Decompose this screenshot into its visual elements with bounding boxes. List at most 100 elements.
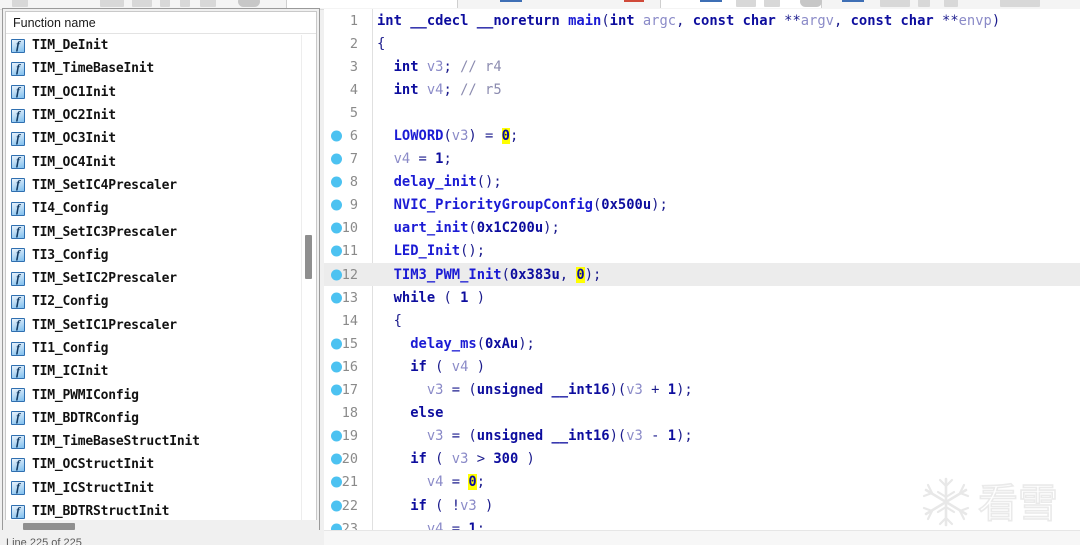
breakpoint-dot[interactable] bbox=[331, 245, 342, 257]
function-list-item[interactable]: TIM_SetIC3Prescaler bbox=[6, 220, 316, 243]
breakpoint-dot[interactable] bbox=[331, 338, 342, 350]
function-list-item[interactable]: TIM_OC1Init bbox=[6, 81, 316, 104]
pseudocode-line[interactable]: 4 int v4; // r5 bbox=[324, 78, 1080, 101]
code-text: v3 = (unsigned __int16)(v3 + 1); bbox=[426, 382, 693, 399]
breakpoint-dot[interactable] bbox=[331, 361, 342, 373]
line-number: 19 bbox=[341, 428, 358, 445]
toolbar-button[interactable] bbox=[880, 0, 910, 7]
function-list-item[interactable]: TIM_OC2Init bbox=[6, 104, 316, 127]
breakpoint-dot[interactable] bbox=[331, 199, 342, 211]
breakpoint-dot[interactable] bbox=[331, 384, 342, 396]
function-list-item[interactable]: TI4_Config bbox=[6, 197, 316, 220]
function-list-item-label: TIM_TimeBaseInit bbox=[32, 61, 155, 77]
functions-column-header[interactable]: Function name bbox=[6, 12, 316, 34]
function-list-item[interactable]: TI1_Config bbox=[6, 337, 316, 360]
breakpoint-dot[interactable] bbox=[331, 430, 342, 442]
breakpoint-dot[interactable] bbox=[331, 153, 342, 165]
toolbar-button[interactable] bbox=[180, 0, 190, 7]
pseudocode-line[interactable]: 18 else bbox=[324, 402, 1080, 425]
fn-list-horizontal-scrollbar-thumb[interactable] bbox=[23, 523, 75, 530]
pseudocode-line[interactable]: 22 if ( !v3 ) bbox=[324, 494, 1080, 517]
pseudocode-line[interactable]: 21 v4 = 0; bbox=[324, 471, 1080, 494]
fn-list-vertical-scrollbar-thumb[interactable] bbox=[305, 235, 312, 279]
toolbar-button[interactable] bbox=[764, 0, 780, 7]
pseudocode-line[interactable]: 14 { bbox=[324, 309, 1080, 332]
breakpoint-dot[interactable] bbox=[331, 269, 342, 281]
code-text: LED_Init(); bbox=[393, 243, 485, 260]
toolbar-button[interactable] bbox=[100, 0, 124, 7]
pseudocode-line[interactable]: 16 if ( v4 ) bbox=[324, 355, 1080, 378]
pseudocode-line[interactable]: 17 v3 = (unsigned __int16)(v3 + 1); bbox=[324, 379, 1080, 402]
pseudocode-line[interactable]: 2{ bbox=[324, 32, 1080, 55]
function-list-item[interactable]: TIM_DeInit bbox=[6, 34, 316, 57]
pseudocode-line[interactable]: 8 delay_init(); bbox=[324, 171, 1080, 194]
toolbar-button[interactable] bbox=[200, 0, 216, 7]
breakpoint-dot[interactable] bbox=[331, 500, 342, 512]
pseudocode-line[interactable]: 3 int v3; // r4 bbox=[324, 55, 1080, 78]
function-list-item[interactable]: TIM_TimeBaseInit bbox=[6, 57, 316, 80]
fn-list-vertical-scrollbar[interactable] bbox=[301, 35, 315, 520]
function-list-item[interactable]: TI2_Config bbox=[6, 290, 316, 313]
pseudocode-line[interactable]: 6 LOWORD(v3) = 0; bbox=[324, 124, 1080, 147]
toolbar-button[interactable] bbox=[944, 0, 958, 7]
toolbar-button[interactable] bbox=[12, 0, 28, 7]
function-list-item[interactable]: TIM_TimeBaseStructInit bbox=[6, 430, 316, 453]
function-list-item[interactable]: TIM_SetIC4Prescaler bbox=[6, 174, 316, 197]
function-list-item[interactable]: TIM_OC3Init bbox=[6, 127, 316, 150]
code-text: v3 = (unsigned __int16)(v3 - 1); bbox=[426, 428, 693, 445]
toolbar-button[interactable] bbox=[132, 0, 152, 7]
pseudocode-line[interactable]: 10 uart_init(0x1C200u); bbox=[324, 217, 1080, 240]
function-list-item-label: TIM_OC3Init bbox=[32, 131, 116, 147]
function-list-item-label: TI2_Config bbox=[32, 294, 109, 310]
line-number: 12 bbox=[341, 266, 358, 283]
code-text: TIM3_PWM_Init(0x383u, 0); bbox=[393, 266, 602, 283]
line-number: 3 bbox=[349, 58, 358, 75]
function-list-item[interactable]: TIM_SetIC1Prescaler bbox=[6, 314, 316, 337]
breakpoint-dot[interactable] bbox=[331, 130, 342, 142]
breakpoint-dot[interactable] bbox=[331, 176, 342, 188]
pseudocode-line[interactable]: 5 bbox=[324, 101, 1080, 124]
toolbar-button[interactable] bbox=[918, 0, 930, 7]
pseudocode-line[interactable]: 9 NVIC_PriorityGroupConfig(0x500u); bbox=[324, 194, 1080, 217]
function-list-item[interactable]: TIM_BDTRConfig bbox=[6, 407, 316, 430]
pseudocode-line[interactable]: 1 int __cdecl __noreturn main(int argc, c… bbox=[324, 9, 1080, 32]
line-number: 14 bbox=[341, 312, 358, 329]
function-icon bbox=[11, 61, 25, 76]
pseudocode-line[interactable]: 12 TIM3_PWM_Init(0x383u, 0); bbox=[324, 263, 1080, 287]
breakpoint-dot[interactable] bbox=[331, 523, 342, 530]
function-list-item[interactable]: TIM_SetIC2Prescaler bbox=[6, 267, 316, 290]
function-list-item-label: TI3_Config bbox=[32, 247, 109, 263]
pseudocode-line[interactable]: 11 LED_Init(); bbox=[324, 240, 1080, 263]
pseudocode-line[interactable]: 7 v4 = 1; bbox=[324, 148, 1080, 171]
breakpoint-dot[interactable] bbox=[331, 292, 342, 304]
toolbar-button[interactable] bbox=[736, 0, 756, 7]
breakpoint-dot[interactable] bbox=[331, 476, 342, 488]
code-text: v4 = 1; bbox=[426, 520, 486, 530]
breakpoint-dot[interactable] bbox=[331, 222, 342, 234]
function-list-item[interactable]: TIM_PWMIConfig bbox=[6, 383, 316, 406]
function-icon bbox=[11, 341, 25, 356]
toolbar-button[interactable] bbox=[1000, 0, 1040, 7]
functions-list[interactable]: TIM_DeInit TIM_TimeBaseInit TIM_OC1Init TIM… bbox=[6, 34, 316, 520]
pseudocode-line[interactable]: 13 while ( 1 ) bbox=[324, 286, 1080, 309]
function-list-item[interactable]: TI3_Config bbox=[6, 244, 316, 267]
pseudocode-view[interactable]: 1 int __cdecl __noreturn main(int argc, c… bbox=[324, 9, 1080, 530]
function-list-item-label: TIM_SetIC1Prescaler bbox=[32, 317, 177, 333]
line-number: 1 bbox=[349, 12, 358, 29]
function-list-item[interactable]: TIM_ICInit bbox=[6, 360, 316, 383]
breakpoint-dot[interactable] bbox=[331, 453, 342, 465]
function-list-item[interactable]: TIM_BDTRStructInit bbox=[6, 500, 316, 520]
editor-tab[interactable] bbox=[286, 0, 458, 8]
pseudocode-line[interactable]: 19 v3 = (unsigned __int16)(v3 - 1); bbox=[324, 425, 1080, 448]
function-list-item[interactable]: TIM_OC4Init bbox=[6, 150, 316, 173]
function-list-item[interactable]: TIM_OCStructInit bbox=[6, 453, 316, 476]
line-number: 2 bbox=[349, 35, 358, 52]
pseudocode-line[interactable]: 23 v4 = 1; bbox=[324, 517, 1080, 530]
pseudocode-line[interactable]: 20 if ( v3 > 300 ) bbox=[324, 448, 1080, 471]
function-list-item[interactable]: TIM_ICStructInit bbox=[6, 477, 316, 500]
toolbar-button[interactable] bbox=[160, 0, 170, 7]
toolbar-button[interactable] bbox=[800, 0, 822, 7]
toolbar-button[interactable] bbox=[238, 0, 260, 7]
function-icon bbox=[11, 434, 25, 449]
pseudocode-line[interactable]: 15 delay_ms(0xAu); bbox=[324, 332, 1080, 355]
